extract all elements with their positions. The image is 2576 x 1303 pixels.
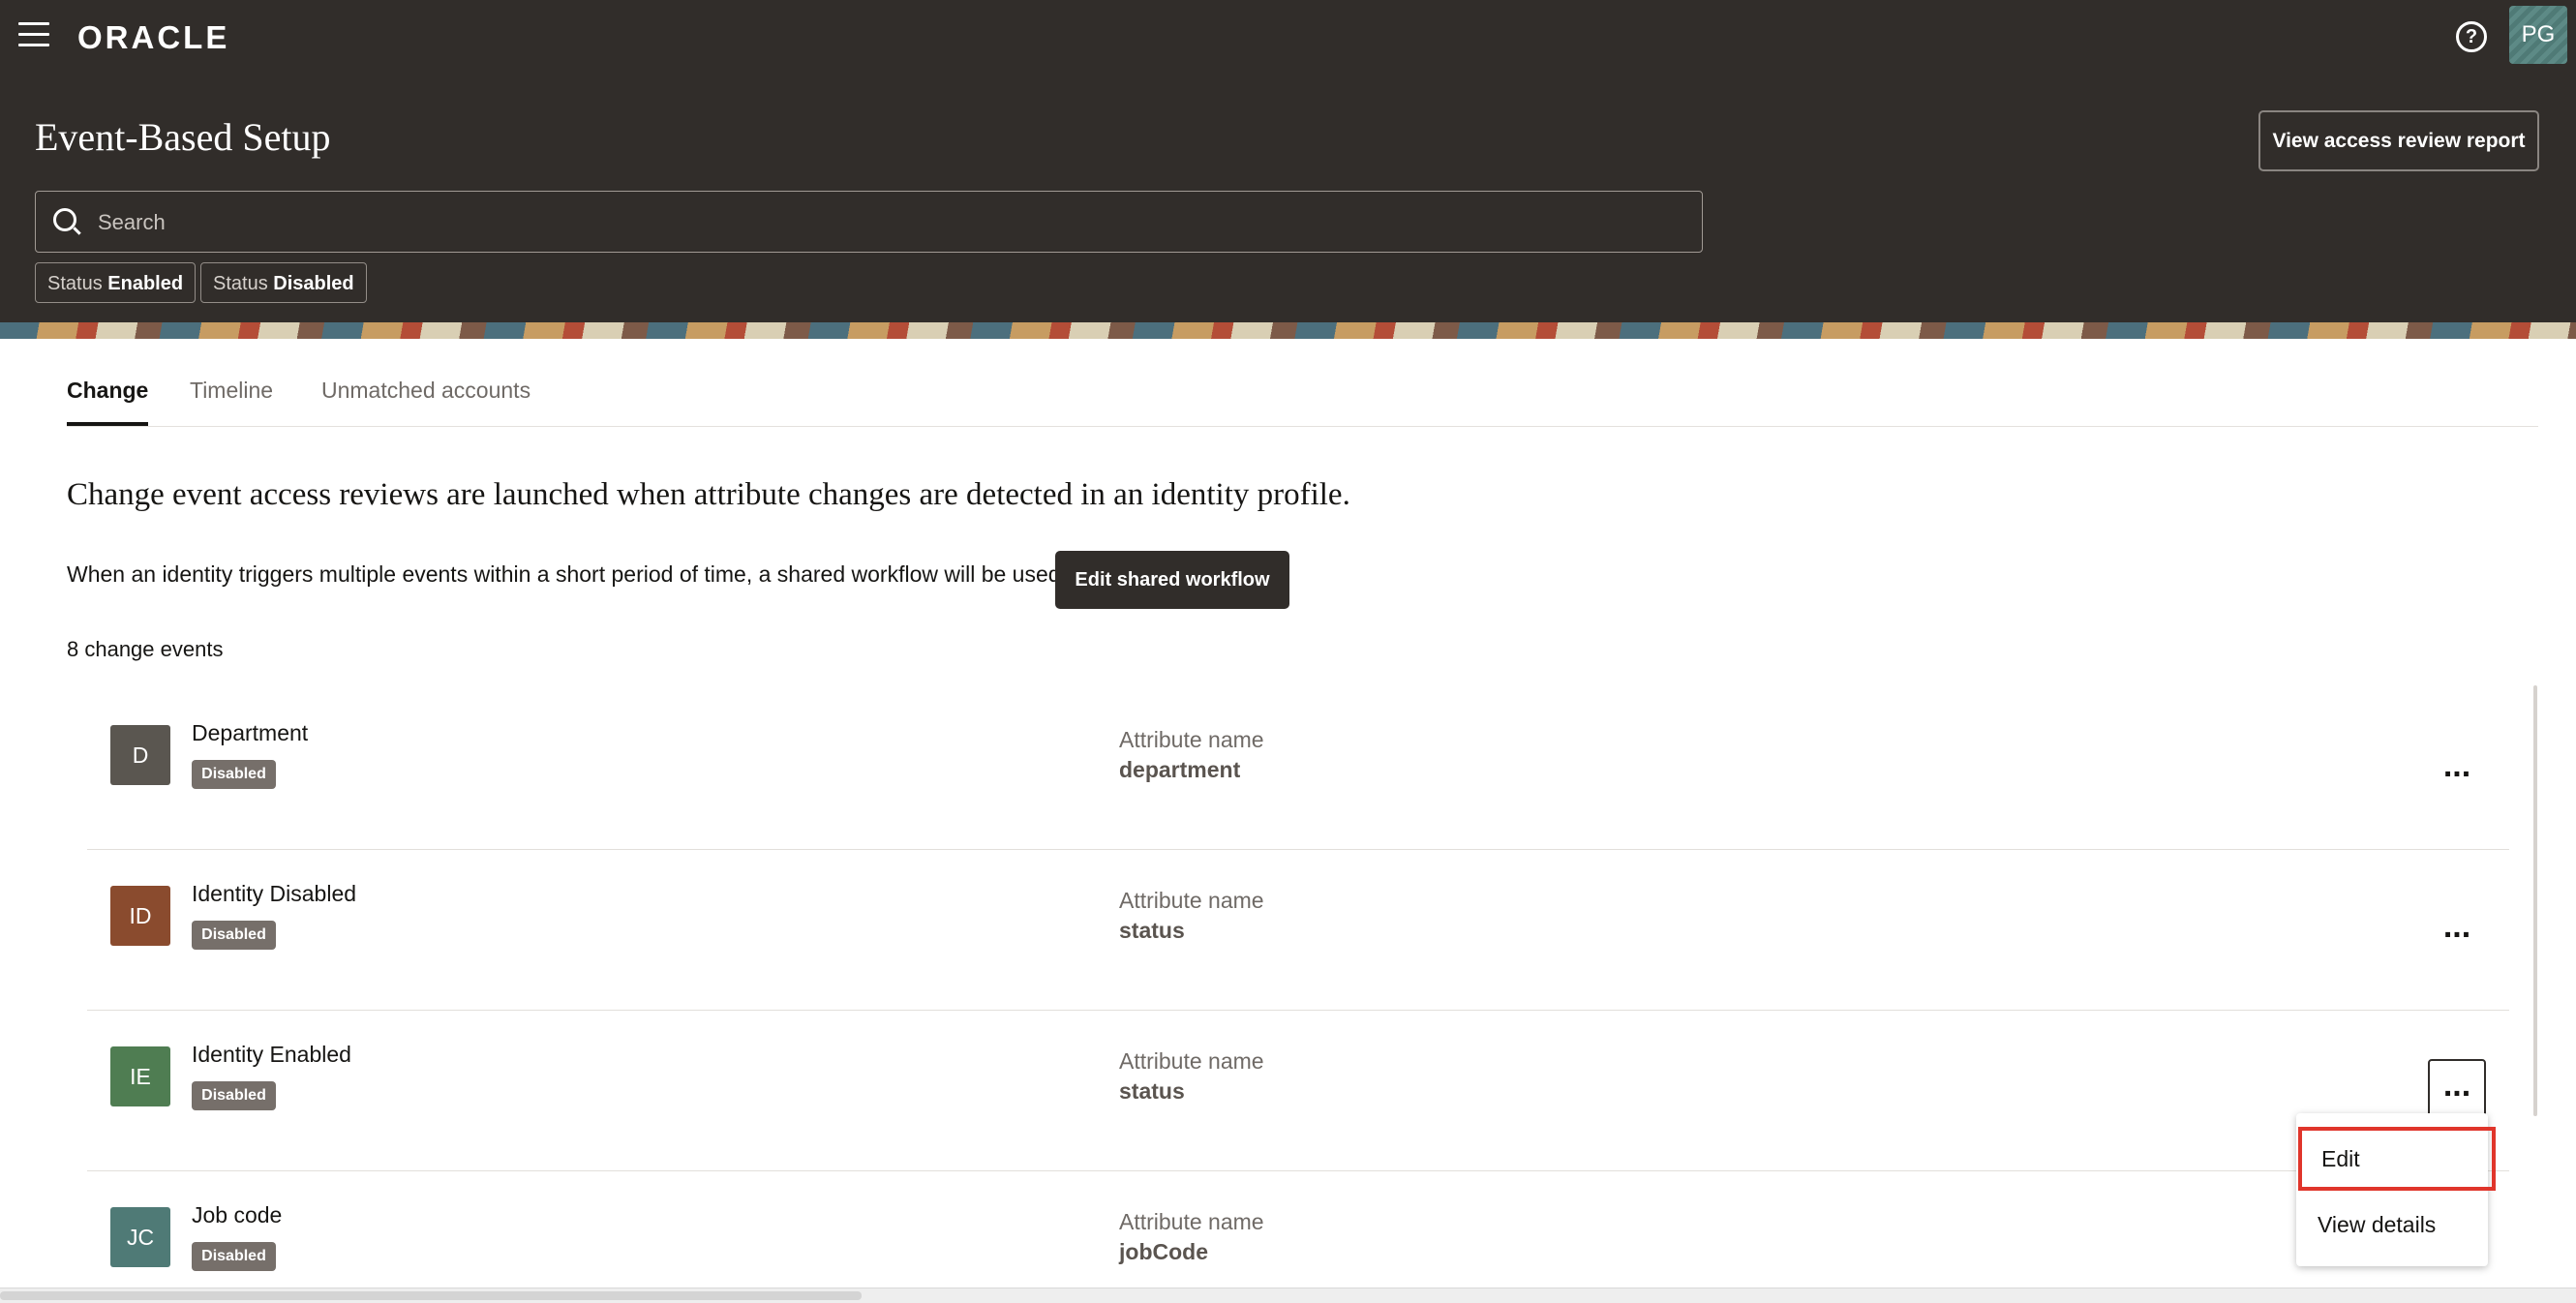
filter-chip-value: Enabled <box>107 273 184 294</box>
event-name: Job code <box>192 1202 283 1227</box>
tab-bar: Change Timeline Unmatched accounts <box>67 376 2538 427</box>
event-avatar: JC <box>110 1207 170 1267</box>
filter-chip-key: Status <box>213 273 268 294</box>
page-title: Event-Based Setup <box>35 115 331 159</box>
event-name: Identity Disabled <box>192 881 357 906</box>
change-events-list: D Department Disabled Attribute name dep… <box>87 689 2509 1289</box>
attribute-label: Attribute name <box>1119 727 1264 752</box>
search-box[interactable] <box>35 191 1703 254</box>
status-badge: Disabled <box>192 921 276 950</box>
status-badge: Disabled <box>192 760 276 789</box>
event-avatar: D <box>110 725 170 785</box>
tab-timeline[interactable]: Timeline <box>190 376 273 426</box>
attribute-value: status <box>1119 918 1185 943</box>
attribute-value: jobCode <box>1119 1239 1208 1264</box>
attribute-label: Attribute name <box>1119 888 1264 913</box>
filter-chip-status-disabled[interactable]: Status Disabled <box>200 262 367 303</box>
row-action-menu: Edit View details <box>2296 1113 2496 1266</box>
list-item[interactable]: D Department Disabled Attribute name dep… <box>87 689 2509 850</box>
view-access-review-report-button[interactable]: View access review report <box>2258 110 2539 171</box>
filter-chip-status-enabled[interactable]: Status Enabled <box>35 262 197 303</box>
menu-item-edit[interactable]: Edit <box>2298 1127 2496 1191</box>
more-actions-icon[interactable]: ... <box>2428 1059 2486 1117</box>
status-badge: Disabled <box>192 1081 276 1110</box>
user-avatar[interactable]: PG <box>2509 6 2567 64</box>
more-actions-icon[interactable]: ... <box>2428 900 2486 958</box>
attribute-value: status <box>1119 1078 1185 1104</box>
tab-change[interactable]: Change <box>67 376 149 426</box>
search-input[interactable] <box>96 192 1687 254</box>
menu-item-view-details[interactable]: View details <box>2296 1195 2488 1255</box>
list-item[interactable]: IE Identity Enabled Disabled Attribute n… <box>87 1011 2509 1171</box>
header-bar: ORACLE ? PG Event-Based Setup View acces… <box>0 0 2576 322</box>
edit-shared-workflow-button[interactable]: Edit shared workflow <box>1055 551 1289 609</box>
horizontal-scrollbar-thumb[interactable] <box>0 1291 862 1300</box>
event-name: Department <box>192 720 309 745</box>
change-events-count: 8 change events <box>67 637 224 661</box>
list-item[interactable]: ID Identity Disabled Disabled Attribute … <box>87 850 2509 1011</box>
attribute-value: department <box>1119 757 1241 782</box>
list-item[interactable]: JC Job code Disabled Attribute name jobC… <box>87 1171 2509 1289</box>
event-avatar: IE <box>110 1046 170 1106</box>
help-icon[interactable]: ? <box>2456 21 2487 52</box>
event-avatar: ID <box>110 886 170 946</box>
intro-heading: Change event access reviews are launched… <box>67 477 1350 512</box>
decorative-banner <box>0 322 2576 339</box>
status-badge: Disabled <box>192 1242 276 1271</box>
menu-icon[interactable] <box>18 22 49 47</box>
shared-workflow-text: When an identity triggers multiple event… <box>67 561 1067 587</box>
more-actions-icon[interactable]: ... <box>2428 740 2486 798</box>
list-scrollbar[interactable] <box>2533 685 2537 1116</box>
filter-chip-key: Status <box>47 273 103 294</box>
filter-chip-value: Disabled <box>273 273 354 294</box>
search-icon <box>53 208 76 231</box>
attribute-label: Attribute name <box>1119 1209 1264 1234</box>
attribute-label: Attribute name <box>1119 1048 1264 1074</box>
oracle-logo: ORACLE <box>77 19 230 55</box>
event-name: Identity Enabled <box>192 1042 351 1067</box>
tab-unmatched-accounts[interactable]: Unmatched accounts <box>321 376 530 426</box>
